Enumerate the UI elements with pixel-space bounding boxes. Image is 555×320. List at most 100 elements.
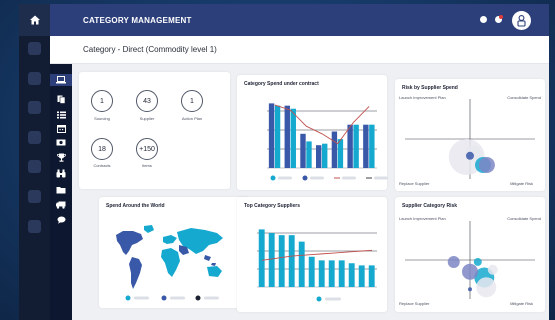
legend-swatch [270,175,276,181]
folder-icon[interactable] [55,184,67,195]
legend-swatch [316,296,322,302]
supplier-risk-card: Supplier Category Risk Launch Improvemen… [395,197,545,312]
home-button[interactable] [19,4,50,36]
metric-label: Supplier [139,116,155,121]
legend-bar [310,176,324,180]
user-icon [517,15,526,27]
avatar[interactable] [512,11,531,30]
bar [274,105,281,168]
legend-bar [134,296,149,300]
bubble [468,287,472,292]
rail-item[interactable] [28,220,41,233]
map-americas [116,231,143,289]
bar [288,235,295,287]
truck-icon[interactable] [55,199,67,210]
bar [347,124,353,168]
bar [298,241,305,287]
notification-icon[interactable] [495,15,503,23]
metric-value: +150 [136,138,158,160]
chat-icon[interactable] [55,214,67,225]
legend-bar [342,176,356,180]
rail-item[interactable] [28,190,41,203]
trophy-icon[interactable] [55,152,67,163]
metric-label: Items [142,163,152,168]
bar [358,265,365,287]
bubble [487,264,498,275]
bar [338,260,345,287]
bar [290,108,296,168]
list-icon[interactable] [55,109,67,120]
metric-label: Sourcing [94,116,110,121]
trend-line [261,249,373,261]
metric-label: Contracts [93,163,111,168]
bar [300,133,306,168]
binoculars-icon[interactable] [55,168,67,179]
bar [337,139,344,168]
bubble [447,255,460,268]
calendar-icon[interactable] [55,123,67,134]
spend-world-card: Spend Around the World [99,197,250,308]
rail-item[interactable] [28,160,41,173]
bubble [473,257,482,266]
bar [368,265,375,287]
world-map[interactable] [99,197,250,308]
bar [258,229,265,287]
bar [268,233,275,287]
metric-value: 18 [91,138,113,160]
metric-value: 1 [181,90,203,112]
supplier-risk-chart [405,221,535,299]
legend-swatch [302,175,308,181]
bar [328,260,335,287]
legend-bar [374,176,388,180]
map-europe-africa [161,235,180,277]
map-greenland [144,225,154,233]
risk-spend-chart [405,99,535,179]
documents-icon[interactable] [55,94,67,105]
legend-bar [204,296,219,300]
risk-spend-card: Risk by Supplier Spend Launch Improvemen… [395,79,545,191]
legend-bar [278,176,292,180]
bar [331,131,338,168]
spend-contract-chart [267,103,388,181]
top-bar: CATEGORY MANAGEMENT [50,4,549,36]
laptop-icon[interactable] [55,74,67,85]
app-title: CATEGORY MANAGEMENT [83,16,192,25]
rail-item[interactable] [28,42,41,55]
metric-value: 43 [136,90,158,112]
bar [322,143,328,168]
top-suppliers-chart [257,229,377,302]
icon-sidebar [50,64,72,320]
bar [363,124,369,168]
left-rail [19,4,50,320]
legend-bar [170,296,185,300]
bar [316,145,322,168]
rail-item[interactable] [28,72,41,85]
page-header: Category - Direct (Commodity level 1) [50,36,549,64]
map-islands [204,255,216,266]
legend-swatch [125,295,131,301]
bar [268,103,275,168]
rail-item[interactable] [28,101,41,114]
metric-value: 1 [91,90,113,112]
page-title: Category - Direct (Commodity level 1) [83,45,217,54]
status-dot-icon[interactable] [480,16,487,23]
bar [278,235,285,287]
bar [353,124,359,168]
bar [348,263,355,287]
bubble [466,151,474,160]
home-icon [29,15,40,25]
bubble [462,263,478,280]
metrics-card: 1 Sourcing 43 Supplier 1 Action Plan 18 … [79,72,230,189]
legend-swatch [161,295,167,301]
app-window: CATEGORY MANAGEMENT Category - Direct (C… [19,4,549,320]
bar [306,141,312,168]
legend-bar [325,297,341,301]
rail-item[interactable] [28,131,41,144]
map-australia [207,266,222,277]
spend-contract-card: Category Spend under contract [237,75,388,190]
bar [308,256,315,287]
bar [369,124,375,168]
legend-swatch [195,295,201,301]
money-icon[interactable] [55,137,67,148]
metric-label: Action Plan [181,116,203,121]
